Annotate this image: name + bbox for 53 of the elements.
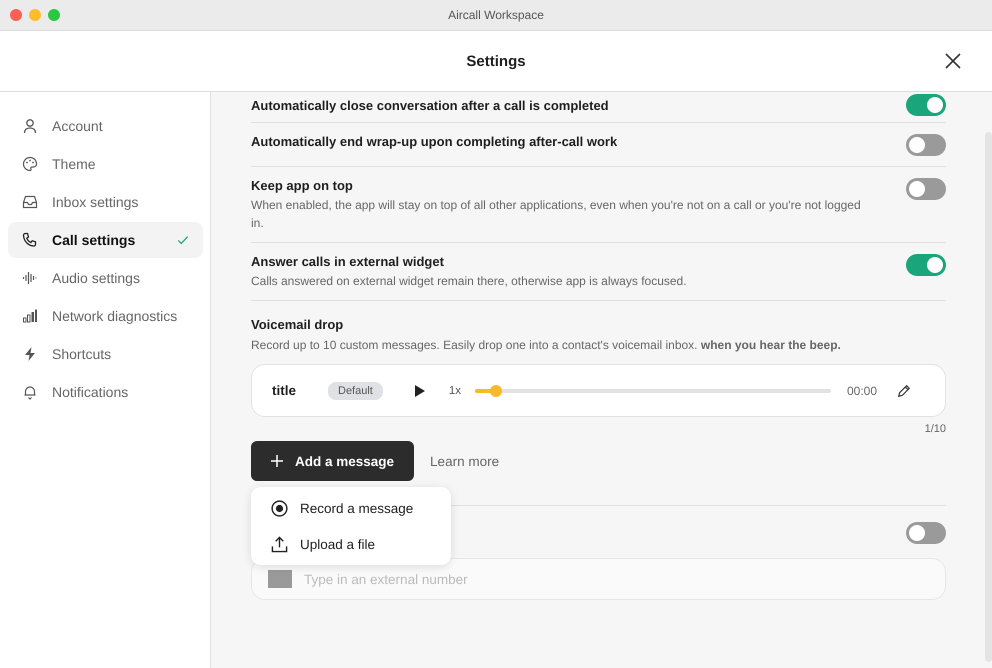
check-icon: [177, 234, 189, 246]
setting-description: Calls answered on external widget remain there, otherwise app is always focused.: [251, 273, 687, 290]
palette-icon: [22, 156, 38, 172]
sidebar-item[interactable]: Audio settings: [8, 260, 203, 296]
default-badge: Default: [328, 382, 383, 400]
message-count: 1/10: [924, 423, 946, 435]
toggle-switch[interactable]: [906, 94, 946, 116]
sidebar-item[interactable]: Account: [8, 108, 203, 144]
play-icon[interactable]: [414, 384, 425, 396]
sidebar-item[interactable]: Theme: [8, 146, 203, 182]
flag-icon: [268, 570, 292, 588]
inbox-icon: [22, 194, 38, 210]
phone-icon: [22, 232, 38, 248]
audio-time: 00:00: [846, 384, 877, 398]
setting-title: Automatically close conversation after a call is completed: [251, 98, 609, 112]
toggle-switch[interactable]: [906, 254, 946, 276]
close-window-button[interactable]: [10, 9, 22, 21]
add-message-button[interactable]: Add a message: [251, 441, 414, 481]
maximize-window-button[interactable]: [48, 9, 60, 21]
learn-more-link[interactable]: Learn more: [430, 454, 500, 468]
sidebar-item[interactable]: Network diagnostics: [8, 298, 203, 334]
phone-number-field[interactable]: Type in an external number: [251, 558, 946, 600]
close-icon[interactable]: [945, 53, 961, 69]
signal-bars-icon: [22, 308, 38, 324]
message-title: title: [272, 383, 298, 398]
toggle-switch[interactable]: [906, 134, 946, 156]
setting-title: Keep app on top: [251, 178, 354, 193]
setting-title: Automatically end wrap-up upon completing after-call work: [251, 134, 618, 149]
settings-title: Settings: [466, 52, 526, 70]
person-icon: [22, 118, 38, 134]
speed-button[interactable]: 1x: [448, 384, 462, 396]
minimize-window-button[interactable]: [29, 9, 41, 21]
section-title: Voicemail drop: [251, 317, 344, 332]
record-icon: [271, 500, 288, 516]
bell-icon: [22, 384, 38, 400]
audio-progress-thumb[interactable]: [490, 384, 502, 396]
setting-description: When enabled, the app will stay on top of all other applications, even when you're not on a call or you're not logged in.: [251, 197, 862, 232]
lightning-icon: [22, 346, 38, 362]
sound-wave-icon: [22, 270, 38, 286]
sidebar-item[interactable]: Inbox settings: [8, 184, 203, 220]
number-input[interactable]: Type in an external number: [302, 570, 929, 588]
toggle-switch[interactable]: [906, 522, 946, 544]
upload-icon: [271, 536, 288, 552]
section-description: Record up to 10 custom messages. Easily drop one into a contact's voicemail inbox. when you hear the beep.: [251, 337, 842, 354]
toggle-switch[interactable]: [906, 178, 946, 200]
sidebar-item[interactable]: Call settings: [8, 222, 203, 258]
setting-title: Answer calls in external widget: [251, 254, 445, 269]
plus-icon: [271, 455, 283, 467]
sidebar-item[interactable]: Notifications: [8, 374, 203, 410]
window-title: Aircall Workspace: [448, 8, 544, 22]
sidebar-item[interactable]: Shortcuts: [8, 336, 203, 372]
pencil-icon[interactable]: [897, 384, 911, 398]
menu-item[interactable]: Record a message: [251, 490, 451, 526]
